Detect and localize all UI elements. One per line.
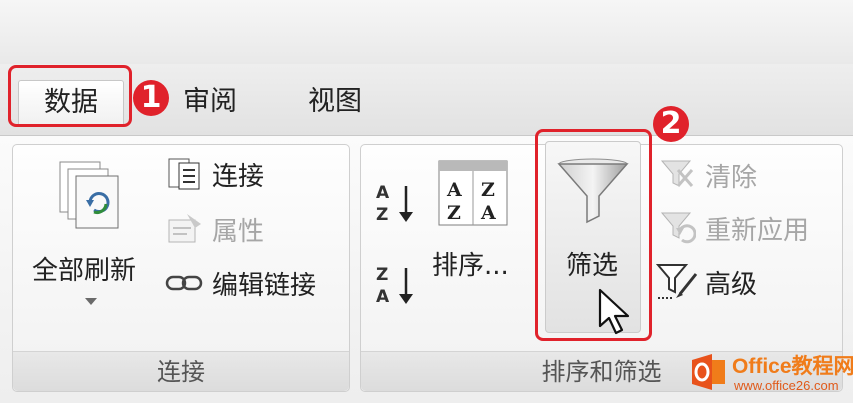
sort-dialog-icon: A Z Z A: [438, 160, 508, 226]
edit-links-label: 编辑链接: [212, 271, 317, 301]
tab-view[interactable]: 视图: [300, 80, 370, 124]
title-bar-area: [0, 0, 853, 64]
watermark-url: www.office26.com: [734, 378, 839, 393]
sort-asc-icon[interactable]: A Z: [374, 180, 418, 226]
highlight-filter-button: [535, 129, 652, 341]
advanced-label: 高级: [705, 270, 758, 300]
clear-label: 清除: [705, 163, 758, 193]
clear-icon: [660, 160, 694, 187]
svg-text:Z: Z: [376, 205, 388, 225]
watermark-title: Office教程网: [732, 355, 853, 378]
svg-text:Z: Z: [447, 202, 461, 224]
svg-text:Z: Z: [376, 265, 388, 285]
reapply-label: 重新应用: [705, 216, 810, 246]
properties-label: 属性: [212, 217, 265, 247]
annotation-badge-1: 1: [133, 80, 169, 116]
refresh-all-label: 全部刷新: [32, 256, 137, 286]
advanced-icon: [656, 264, 698, 299]
sort-label: 排序...: [432, 251, 509, 281]
annotation-badge-2: 2: [653, 106, 689, 142]
svg-text:A: A: [376, 287, 390, 307]
connections-label: 连接: [212, 162, 265, 192]
edit-links-icon: [165, 275, 203, 291]
svg-text:A: A: [376, 183, 390, 203]
connections-icon: [168, 158, 200, 190]
svg-text:A: A: [446, 179, 462, 201]
svg-text:A: A: [480, 202, 496, 224]
group-connections-label: 连接: [13, 351, 349, 391]
chevron-down-icon: [85, 298, 97, 305]
sort-desc-icon[interactable]: Z A: [374, 262, 418, 308]
watermark: Office教程网 www.office26.com: [688, 348, 853, 400]
svg-text:Z: Z: [481, 179, 495, 201]
reapply-icon: [660, 212, 696, 244]
highlight-data-tab: [8, 65, 132, 127]
refresh-all-icon: [59, 161, 119, 229]
office-logo-icon: [692, 354, 725, 390]
properties-icon: [168, 214, 201, 243]
tab-review[interactable]: 审阅: [170, 80, 250, 124]
